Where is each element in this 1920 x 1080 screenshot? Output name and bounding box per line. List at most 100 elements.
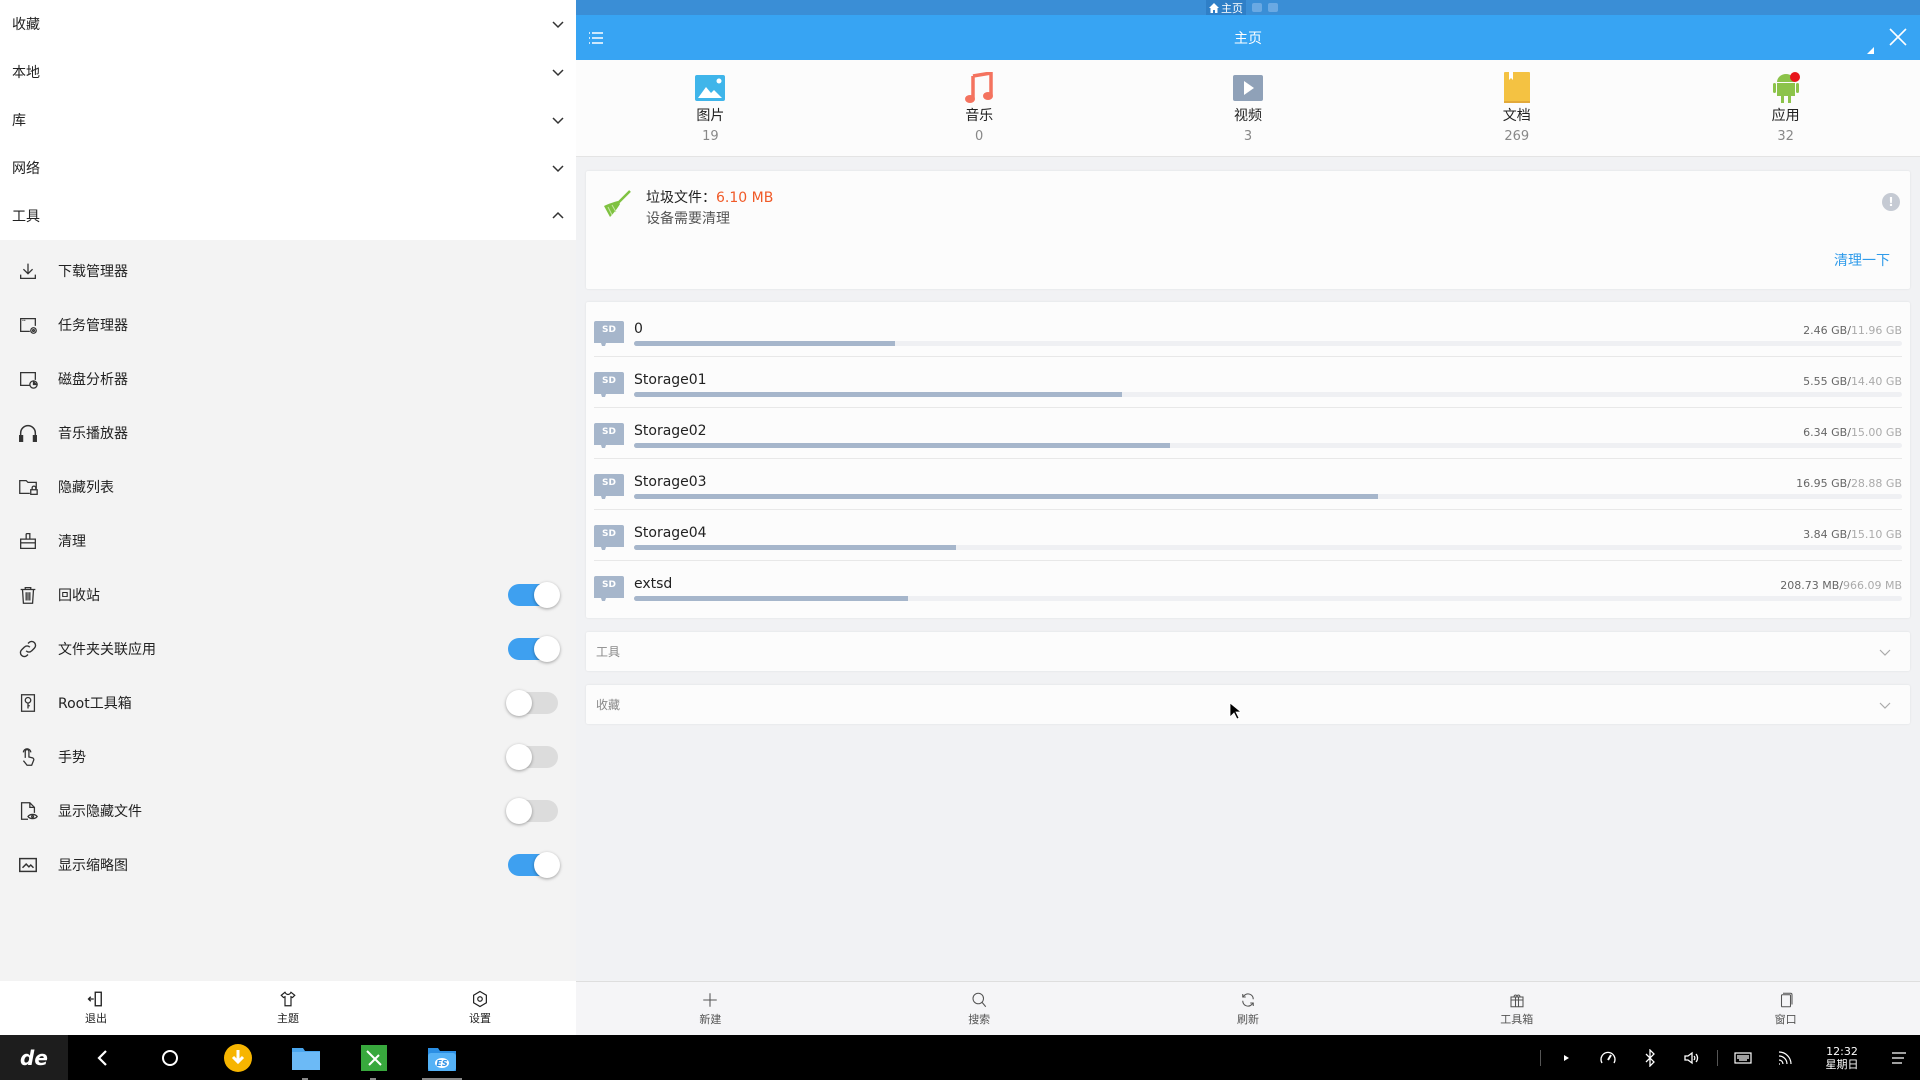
taskbar-app-green[interactable] — [340, 1035, 408, 1080]
menu-button[interactable] — [576, 15, 616, 60]
clock[interactable]: 12:32 星期日 — [1812, 1045, 1872, 1071]
section-tools[interactable]: 工具 — [586, 632, 1910, 671]
tool-item-music-player[interactable]: 音乐播放器 — [0, 406, 576, 460]
back-button[interactable] — [68, 1035, 136, 1080]
show-hidden-files-toggle[interactable] — [506, 798, 558, 824]
storage-progress-bar — [634, 443, 1902, 448]
tray-bluetooth-button[interactable] — [1629, 1035, 1671, 1080]
theme-button[interactable]: 主题 — [192, 981, 384, 1035]
storage-progress-fill — [634, 596, 908, 601]
category-label: 应用 — [1771, 107, 1800, 124]
storage-row[interactable]: SD Storage04 3.84 GB/15.10 GB — [594, 510, 1902, 561]
new-button[interactable]: 新建 — [576, 982, 845, 1035]
tool-item-hidden-list[interactable]: 隐藏列表 — [0, 460, 576, 514]
sd-card-icon: SD — [594, 576, 624, 601]
chevron-down-icon — [552, 69, 564, 77]
storage-row[interactable]: SD 0 2.46 GB/11.96 GB — [594, 306, 1902, 357]
tool-item-folder-app-link[interactable]: 文件夹关联应用 — [0, 622, 576, 676]
window-tab-lock-icon[interactable] — [1268, 3, 1278, 12]
search-button[interactable]: 搜索 — [845, 982, 1114, 1035]
chevron-down-icon — [552, 117, 564, 125]
tray-keyboard-button[interactable] — [1722, 1035, 1764, 1080]
tool-item-disk-analyzer[interactable]: 磁盘分析器 — [0, 352, 576, 406]
tool-item-root-toolbox[interactable]: Root工具箱 — [0, 676, 576, 730]
folder-app-link-toggle[interactable] — [508, 636, 560, 662]
resize-handle-icon[interactable] — [1867, 47, 1874, 54]
section-label: 工具 — [596, 645, 621, 659]
gesture-toggle[interactable] — [506, 744, 558, 770]
tool-item-recycle-bin[interactable]: 回收站 — [0, 568, 576, 622]
sd-card-icon: SD — [594, 525, 624, 550]
window-tab-chat-icon[interactable] — [1252, 3, 1262, 12]
tool-item-task-manager[interactable]: 任务管理器 — [0, 298, 576, 352]
accordion-tools[interactable]: 工具 — [0, 192, 576, 240]
tray-volume-button[interactable] — [1671, 1035, 1713, 1080]
accordion-label: 库 — [12, 113, 26, 129]
storage-row[interactable]: SD extsd 208.73 MB/966.09 MB — [594, 561, 1902, 612]
window-tab-home[interactable]: 主页 — [1206, 0, 1246, 15]
theme-shirt-icon — [280, 991, 296, 1007]
tool-label: 任务管理器 — [58, 318, 128, 334]
exit-button[interactable]: 退出 — [0, 981, 192, 1035]
accordion-library[interactable]: 库 — [0, 96, 576, 144]
system-tray: 12:32 星期日 — [1536, 1035, 1920, 1080]
sidebar: 收藏 本地 库 网络 工具 下载管理器 任务管理器 磁盘分析器 音乐播放器 隐藏… — [0, 0, 576, 1035]
section-favorites[interactable]: 收藏 — [586, 685, 1910, 724]
svg-text:ES: ES — [436, 1059, 447, 1068]
storage-used: 5.55 GB — [1803, 375, 1848, 388]
root-toolbox-toggle[interactable] — [506, 690, 558, 716]
refresh-button[interactable]: 刷新 — [1114, 982, 1383, 1035]
tray-expand-button[interactable] — [1545, 1035, 1587, 1080]
taskbar-app-downloader[interactable] — [204, 1035, 272, 1080]
category-music[interactable]: 音乐 0 — [845, 60, 1114, 156]
storage-row[interactable]: SD Storage02 6.34 GB/15.00 GB — [594, 408, 1902, 459]
back-icon — [97, 1049, 107, 1066]
storage-progress-bar — [634, 545, 1902, 550]
start-button[interactable]: de — [0, 1035, 68, 1080]
tool-item-cleaner[interactable]: 清理 — [0, 514, 576, 568]
bluetooth-icon — [1645, 1048, 1655, 1067]
close-icon[interactable] — [1884, 23, 1912, 51]
tool-item-show-thumbnails[interactable]: 显示缩略图 — [0, 838, 576, 892]
tool-item-gesture[interactable]: 手势 — [0, 730, 576, 784]
toolbox-button[interactable]: 工具箱 — [1382, 982, 1651, 1035]
windows-button[interactable]: 窗口 — [1651, 982, 1920, 1035]
tray-network-button[interactable] — [1764, 1035, 1806, 1080]
music-icon — [964, 71, 994, 103]
home-circle-icon — [162, 1049, 178, 1066]
category-images[interactable]: 图片 19 — [576, 60, 845, 156]
storage-row[interactable]: SD Storage03 16.95 GB/28.88 GB — [594, 459, 1902, 510]
category-count: 0 — [975, 128, 984, 144]
cleaner-icon — [16, 529, 40, 553]
category-apps[interactable]: 应用 32 — [1651, 60, 1920, 156]
toggle-knob — [534, 852, 560, 878]
junk-files-card: 垃圾文件：6.10 MB 设备需要清理 ! 清理一下 — [586, 171, 1910, 289]
taskbar-app-files[interactable] — [272, 1035, 340, 1080]
accordion-favorites[interactable]: 收藏 — [0, 0, 576, 48]
category-videos[interactable]: 视频 3 — [1114, 60, 1383, 156]
category-documents[interactable]: 文档 269 — [1382, 60, 1651, 156]
sidebar-bottom-bar: 退出 主题 设置 — [0, 981, 576, 1035]
windows-label: 窗口 — [1774, 1012, 1797, 1026]
clean-now-button[interactable]: 清理一下 — [1834, 250, 1890, 270]
info-icon[interactable]: ! — [1882, 193, 1900, 211]
accordion-label: 网络 — [12, 161, 40, 177]
home-button[interactable] — [136, 1035, 204, 1080]
settings-button[interactable]: 设置 — [384, 981, 576, 1035]
show-thumbnails-toggle[interactable] — [508, 852, 560, 878]
storage-row[interactable]: SD Storage01 5.55 GB/14.40 GB — [594, 357, 1902, 408]
category-label: 图片 — [696, 107, 725, 124]
notification-menu-button[interactable] — [1878, 1035, 1920, 1080]
category-label: 文档 — [1502, 107, 1531, 124]
junk-subtitle: 设备需要清理 — [646, 211, 730, 227]
tool-item-download-manager[interactable]: 下载管理器 — [0, 244, 576, 298]
tool-label: 手势 — [58, 750, 86, 766]
accordion-network[interactable]: 网络 — [0, 144, 576, 192]
tray-speed-button[interactable] — [1587, 1035, 1629, 1080]
storage-size: 16.95 GB/28.88 GB — [1796, 477, 1902, 490]
taskbar-app-es-explorer[interactable]: ES — [408, 1035, 476, 1080]
screen: 收藏 本地 库 网络 工具 下载管理器 任务管理器 磁盘分析器 音乐播放器 隐藏… — [0, 0, 1920, 1080]
tool-item-show-hidden-files[interactable]: 显示隐藏文件 — [0, 784, 576, 838]
recycle-bin-toggle[interactable] — [508, 582, 560, 608]
accordion-local[interactable]: 本地 — [0, 48, 576, 96]
